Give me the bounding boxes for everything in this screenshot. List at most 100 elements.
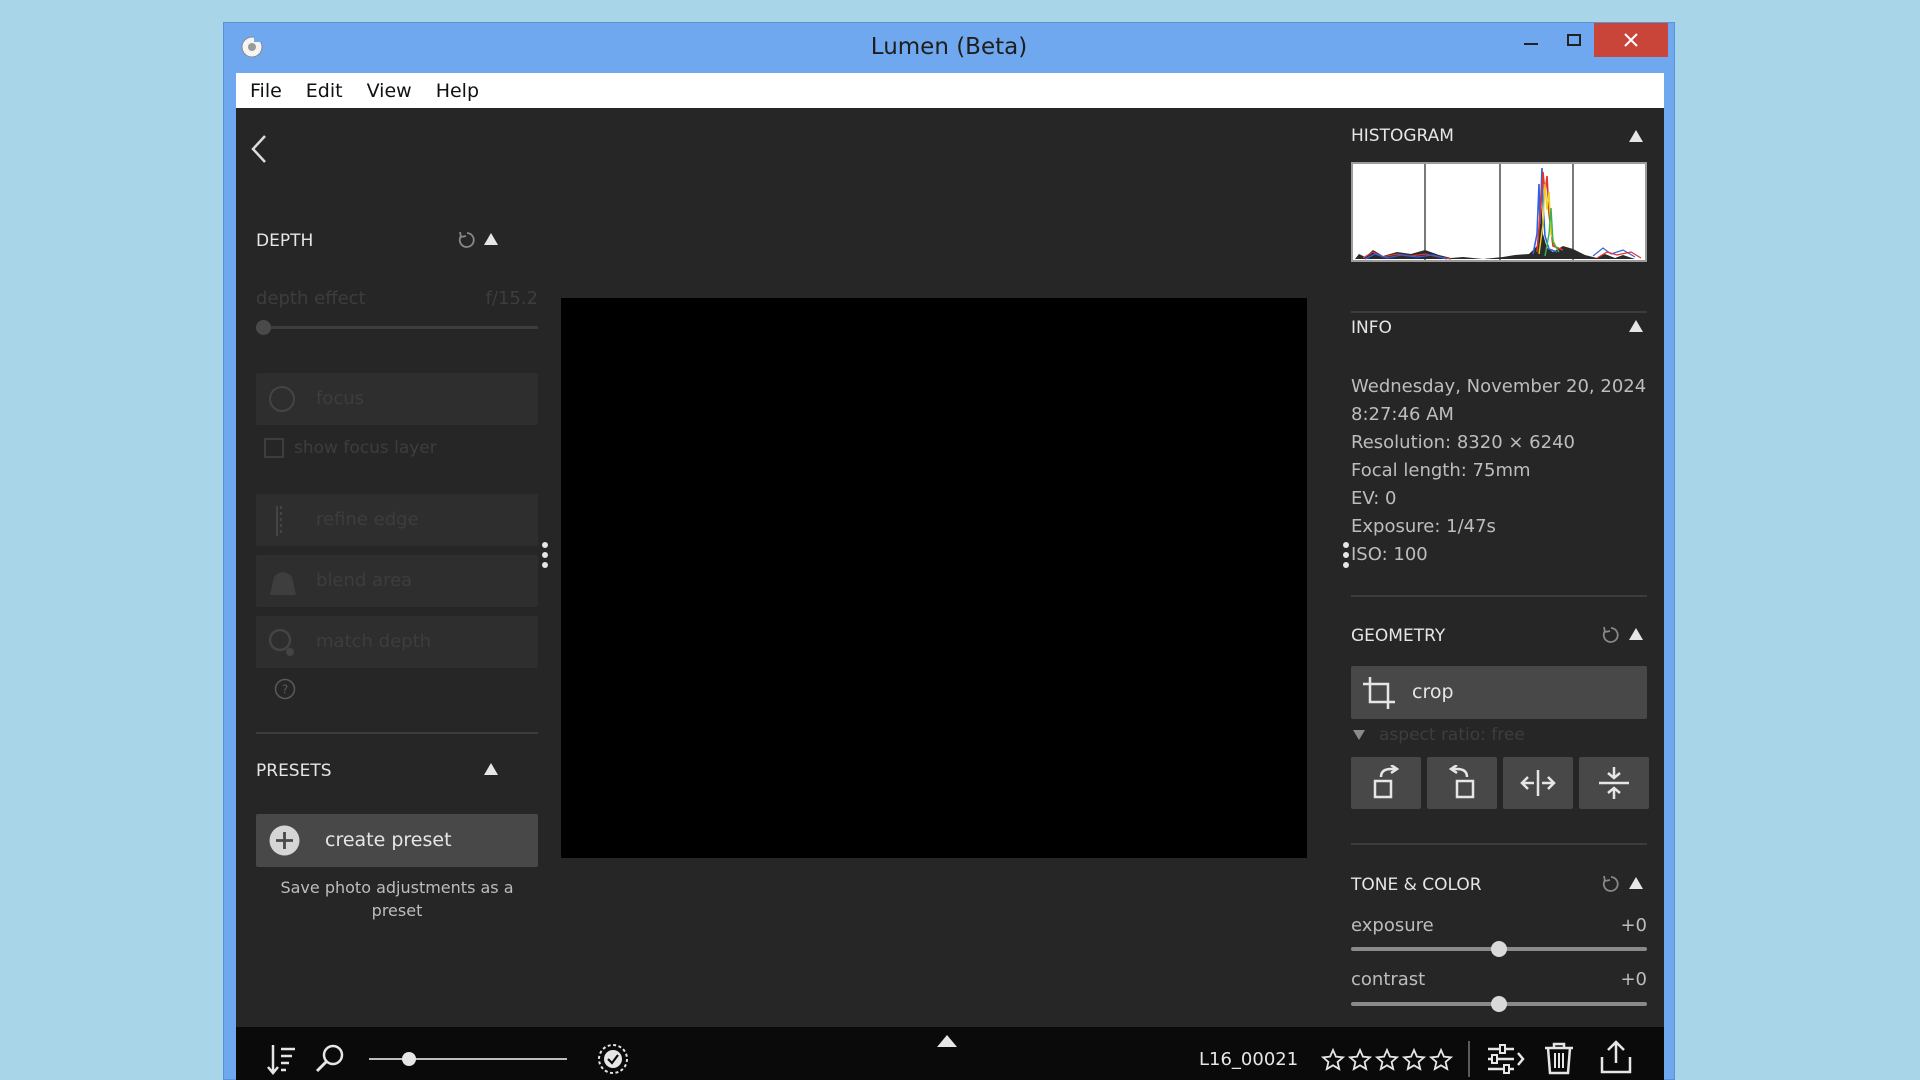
share-upload-icon[interactable] [1599, 1039, 1633, 1075]
minimize-icon [1524, 43, 1538, 45]
zoom-slider-thumb[interactable] [401, 1052, 416, 1066]
focus-label: focus [316, 388, 365, 409]
depth-effect-slider-thumb[interactable] [256, 320, 271, 335]
section-divider [1351, 595, 1647, 597]
flip-horizontal-button[interactable] [1503, 757, 1573, 809]
blend-area-label: blend area [316, 570, 413, 591]
menu-edit[interactable]: Edit [294, 80, 355, 102]
focus-circle-icon [269, 386, 295, 412]
app-window: Lumen (Beta) File Edit View Help DEPTH d… [223, 22, 1675, 1080]
geometry-section-title: GEOMETRY [1351, 626, 1446, 646]
left-panel-menu-icon[interactable] [541, 540, 549, 570]
aspect-ratio-label[interactable]: aspect ratio: free [1379, 725, 1525, 745]
contrast-slider-thumb[interactable] [1491, 996, 1507, 1012]
flip-horizontal-icon [1520, 770, 1556, 796]
menu-help[interactable]: Help [424, 80, 491, 102]
close-icon [1624, 33, 1638, 47]
right-panel: HISTOGRAM INFO Wednesday, November 20, 2… [1351, 108, 1664, 1027]
svg-text:?: ? [282, 683, 288, 697]
star-icon[interactable] [1348, 1048, 1372, 1072]
expand-filmstrip-icon[interactable] [937, 1035, 957, 1047]
exposure-label: exposure [1351, 915, 1434, 936]
left-panel: DEPTH depth effect f/15.2 focus show foc… [236, 108, 538, 1027]
info-section-title: INFO [1351, 318, 1392, 338]
info-iso: ISO: 100 [1351, 544, 1428, 565]
collapse-icon[interactable] [1629, 130, 1643, 142]
minimize-button[interactable] [1509, 23, 1553, 57]
plus-circle-icon [269, 825, 300, 856]
exposure-value: +0 [1620, 915, 1647, 936]
info-exposure: Exposure: 1/47s [1351, 516, 1496, 537]
reset-icon[interactable] [457, 230, 477, 250]
title-bar[interactable]: Lumen (Beta) [224, 23, 1674, 73]
preset-hint: Save photo adjustments as a preset [280, 878, 514, 920]
sort-icon[interactable] [267, 1043, 297, 1075]
match-depth-button[interactable]: match depth [256, 616, 538, 668]
search-icon[interactable] [314, 1043, 346, 1075]
flip-vertical-icon [1599, 767, 1629, 799]
photo-preview[interactable] [561, 298, 1307, 858]
star-icon[interactable] [1429, 1048, 1453, 1072]
contrast-value: +0 [1620, 969, 1647, 990]
trash-icon[interactable] [1543, 1041, 1575, 1075]
info-focal-length: Focal length: 75mm [1351, 460, 1531, 481]
crop-icon [1363, 677, 1395, 709]
star-icon[interactable] [1375, 1048, 1399, 1072]
toolbar-divider [1468, 1041, 1470, 1077]
histogram-section-title: HISTOGRAM [1351, 126, 1454, 146]
star-rating[interactable] [1321, 1045, 1453, 1075]
section-divider [256, 732, 538, 734]
help-icon[interactable]: ? [274, 678, 296, 700]
contrast-label: contrast [1351, 969, 1426, 990]
auto-enhance-icon[interactable] [597, 1043, 629, 1075]
menu-view[interactable]: View [355, 80, 424, 102]
show-focus-checkbox[interactable] [264, 438, 284, 458]
adjustments-icon[interactable] [1486, 1043, 1526, 1075]
dropdown-arrow-icon[interactable] [1353, 730, 1365, 740]
blend-area-button[interactable]: blend area [256, 555, 538, 607]
maximize-button[interactable] [1552, 23, 1596, 57]
crop-button[interactable]: crop [1351, 666, 1647, 719]
maximize-icon [1567, 34, 1581, 46]
menu-bar: File Edit View Help [236, 73, 1664, 108]
create-preset-label: create preset [325, 829, 452, 851]
right-panel-menu-icon[interactable] [1342, 540, 1350, 570]
flip-vertical-button[interactable] [1579, 757, 1649, 809]
info-time: 8:27:46 AM [1351, 404, 1454, 425]
collapse-icon[interactable] [484, 763, 498, 775]
info-resolution: Resolution: 8320 × 6240 [1351, 432, 1575, 453]
reset-icon[interactable] [1601, 874, 1621, 894]
create-preset-button[interactable]: create preset [256, 814, 538, 867]
back-arrow-icon[interactable] [250, 134, 268, 164]
editor-area: DEPTH depth effect f/15.2 focus show foc… [236, 108, 1664, 1027]
section-divider [1351, 311, 1647, 313]
reset-icon[interactable] [1601, 625, 1621, 645]
refine-edge-icon [276, 506, 282, 536]
collapse-icon[interactable] [484, 233, 498, 245]
presets-section-title: PRESETS [256, 761, 332, 781]
collapse-icon[interactable] [1629, 877, 1643, 889]
rotate-right-button[interactable] [1427, 757, 1497, 809]
refine-edge-button[interactable]: refine edge [256, 494, 538, 546]
match-depth-icon [268, 628, 294, 656]
info-ev: EV: 0 [1351, 488, 1397, 509]
close-button[interactable] [1594, 23, 1668, 57]
depth-effect-slider[interactable] [256, 326, 538, 329]
star-icon[interactable] [1321, 1048, 1345, 1072]
zoom-slider[interactable] [369, 1058, 567, 1060]
exposure-slider-thumb[interactable] [1491, 941, 1507, 957]
collapse-icon[interactable] [1629, 320, 1643, 332]
rotate-left-button[interactable] [1351, 757, 1421, 809]
depth-effect-label: depth effect [256, 288, 366, 309]
focus-button[interactable]: focus [256, 373, 538, 425]
histogram [1351, 162, 1647, 262]
menu-file[interactable]: File [238, 80, 294, 102]
blend-area-icon [270, 572, 296, 595]
file-name: L16_00021 [1199, 1049, 1299, 1070]
rotate-left-icon [1373, 765, 1400, 799]
depth-effect-value: f/15.2 [485, 288, 538, 309]
star-icon[interactable] [1402, 1048, 1426, 1072]
collapse-icon[interactable] [1629, 628, 1643, 640]
tone-color-section-title: TONE & COLOR [1351, 875, 1482, 895]
info-date: Wednesday, November 20, 2024 [1351, 376, 1647, 397]
